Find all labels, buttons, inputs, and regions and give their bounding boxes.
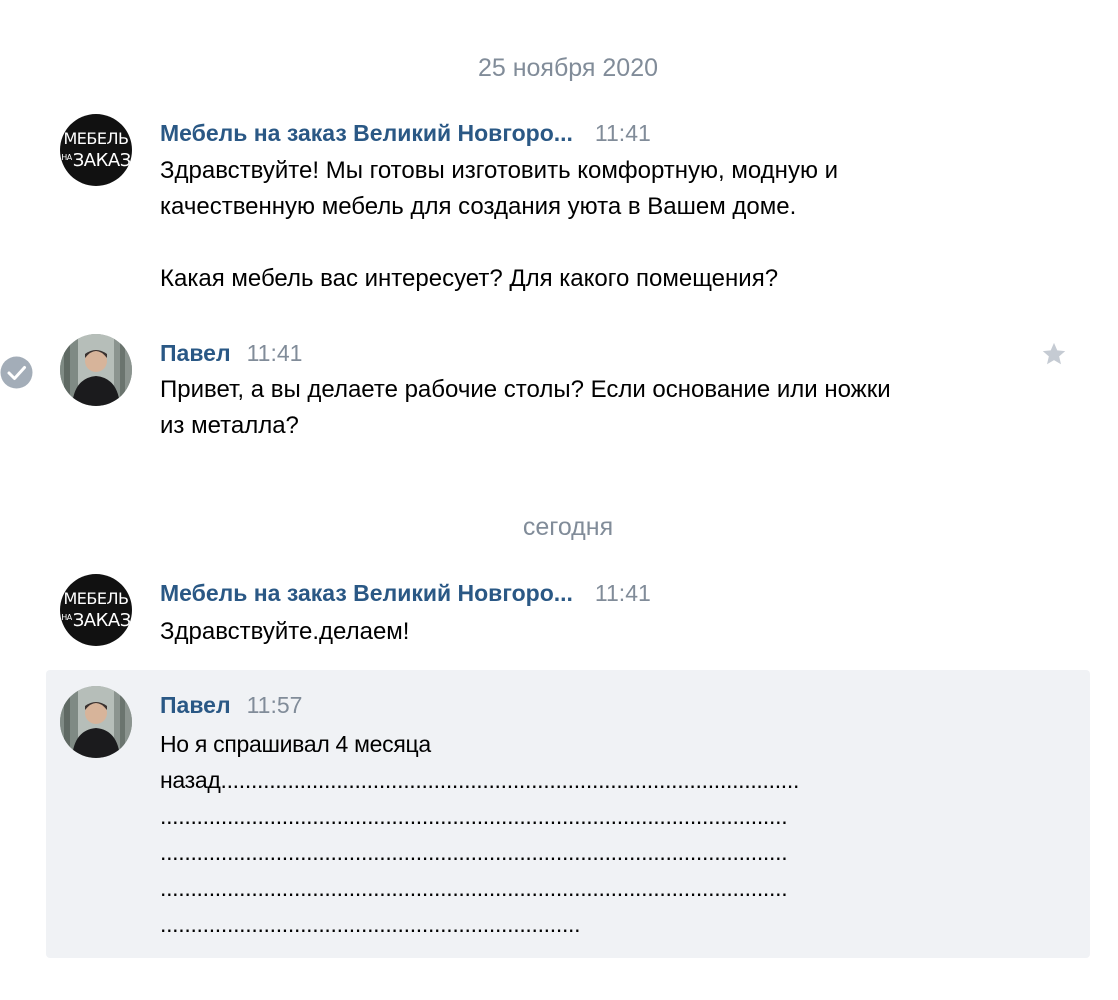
- user-photo-icon: [60, 334, 132, 406]
- message-time[interactable]: 11:41: [595, 580, 651, 606]
- date-separator: 25 ноября 2020: [477, 54, 659, 82]
- message-time[interactable]: 11:57: [247, 692, 303, 718]
- read-check-icon[interactable]: [0, 356, 33, 389]
- message-time[interactable]: 11:41: [247, 340, 303, 366]
- user-avatar[interactable]: [60, 334, 132, 406]
- brand-line2: ЗАКАЗ: [72, 150, 132, 171]
- message-text: Здравствуйте! Мы готовы изготовить комфо…: [160, 157, 839, 292]
- date-separator: сегодня: [522, 513, 614, 541]
- company-avatar[interactable]: МЕБЕЛЬ НАЗАКАЗ: [60, 114, 132, 186]
- author-name[interactable]: Павел: [160, 692, 231, 718]
- author-name[interactable]: Мебель на заказ Великий Новгоро...: [160, 120, 573, 146]
- brand-line2: ЗАКАЗ: [72, 610, 132, 631]
- brand-small-text: НА: [61, 153, 72, 162]
- brand-small-text: НА: [61, 613, 72, 622]
- star-icon[interactable]: [1040, 340, 1068, 368]
- message-text: Здравствуйте.делаем!: [160, 618, 410, 645]
- company-avatar[interactable]: МЕБЕЛЬ НАЗАКАЗ: [60, 574, 132, 646]
- author-name[interactable]: Мебель на заказ Великий Новгоро...: [160, 580, 573, 606]
- user-photo-icon: [60, 686, 132, 758]
- message-text: Но я спрашивал 4 месяца назад...........…: [160, 731, 800, 937]
- user-avatar[interactable]: [60, 686, 132, 758]
- author-name[interactable]: Павел: [160, 340, 231, 366]
- message-time[interactable]: 11:41: [595, 120, 651, 146]
- message-text: Привет, а вы делаете рабочие столы? Если…: [160, 376, 891, 439]
